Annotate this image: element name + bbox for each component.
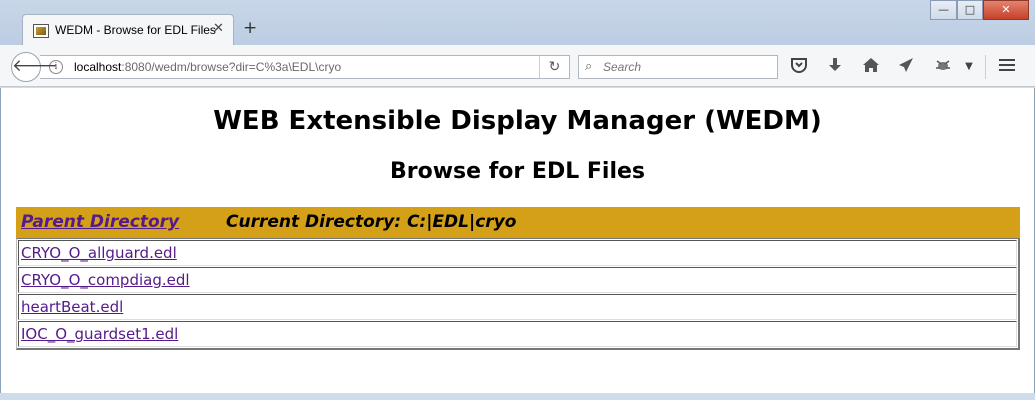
url-text[interactable]: localhost:8080/wedm/browse?dir=C%3a\EDL\… — [74, 60, 341, 74]
url-host: localhost — [74, 60, 122, 74]
maximize-button[interactable]: □ — [957, 0, 983, 20]
extension-dropdown-icon[interactable]: ▼ — [959, 57, 979, 77]
search-icon: ⌕ — [585, 59, 593, 74]
current-directory-label: Current Directory: C:|EDL|cryo — [226, 212, 517, 232]
toolbar-separator — [985, 55, 986, 79]
list-item: IOC_O_guardset1.edl — [18, 321, 1017, 347]
file-link[interactable]: CRYO_O_allguard.edl — [21, 244, 177, 262]
file-link[interactable]: IOC_O_guardset1.edl — [21, 325, 178, 343]
close-tab-icon[interactable]: ✕ — [213, 21, 224, 36]
home-icon[interactable] — [861, 57, 881, 77]
browser-window: WEDM - Browse for EDL Files ✕ + — □ ✕ i … — [0, 0, 1035, 400]
search-input[interactable] — [603, 58, 773, 76]
back-button[interactable]: 🡐 — [11, 52, 58, 82]
url-path: :8080/wedm/browse?dir=C%3a\EDL\cryo — [121, 60, 342, 74]
file-link[interactable]: heartBeat.edl — [21, 298, 123, 316]
new-tab-button[interactable]: + — [243, 20, 257, 37]
list-item: heartBeat.edl — [18, 294, 1017, 320]
page-content: WEB Extensible Display Manager (WEDM) Br… — [0, 88, 1035, 393]
close-window-button[interactable]: ✕ — [983, 0, 1029, 20]
parent-directory-link[interactable]: Parent Directory — [21, 212, 179, 232]
extension-icon[interactable] — [933, 57, 953, 77]
file-link[interactable]: CRYO_O_compdiag.edl — [21, 271, 190, 289]
window-bottom-border — [0, 393, 1035, 400]
window-controls: — □ ✕ — [930, 0, 1029, 20]
hamburger-menu-icon[interactable] — [997, 57, 1017, 77]
list-item: CRYO_O_compdiag.edl — [18, 267, 1017, 293]
search-bar[interactable]: ⌕ — [578, 55, 778, 79]
tab-wedm-browse[interactable]: WEDM - Browse for EDL Files ✕ — [22, 14, 234, 46]
navigation-toolbar: i localhost:8080/wedm/browse?dir=C%3a\ED… — [0, 45, 1035, 87]
file-list: CRYO_O_allguard.edl CRYO_O_compdiag.edl … — [16, 238, 1020, 350]
page-title: WEB Extensible Display Manager (WEDM) — [213, 106, 822, 136]
minimize-button[interactable]: — — [930, 0, 957, 20]
tab-title: WEDM - Browse for EDL Files — [55, 23, 216, 37]
back-arrow-icon: 🡐 — [12, 56, 58, 76]
download-arrow-icon[interactable] — [825, 57, 845, 77]
favicon-icon — [33, 24, 49, 38]
url-bar[interactable]: i localhost:8080/wedm/browse?dir=C%3a\ED… — [40, 55, 570, 79]
page-subtitle: Browse for EDL Files — [389, 159, 646, 184]
pocket-icon[interactable] — [789, 57, 809, 77]
list-item: CRYO_O_allguard.edl — [18, 240, 1017, 266]
tab-strip: WEDM - Browse for EDL Files ✕ + — □ ✕ — [0, 0, 1035, 46]
directory-header: Parent Directory Current Directory: C:|E… — [16, 207, 1020, 238]
send-icon[interactable] — [896, 57, 916, 77]
reload-icon[interactable]: ↻ — [539, 56, 569, 78]
